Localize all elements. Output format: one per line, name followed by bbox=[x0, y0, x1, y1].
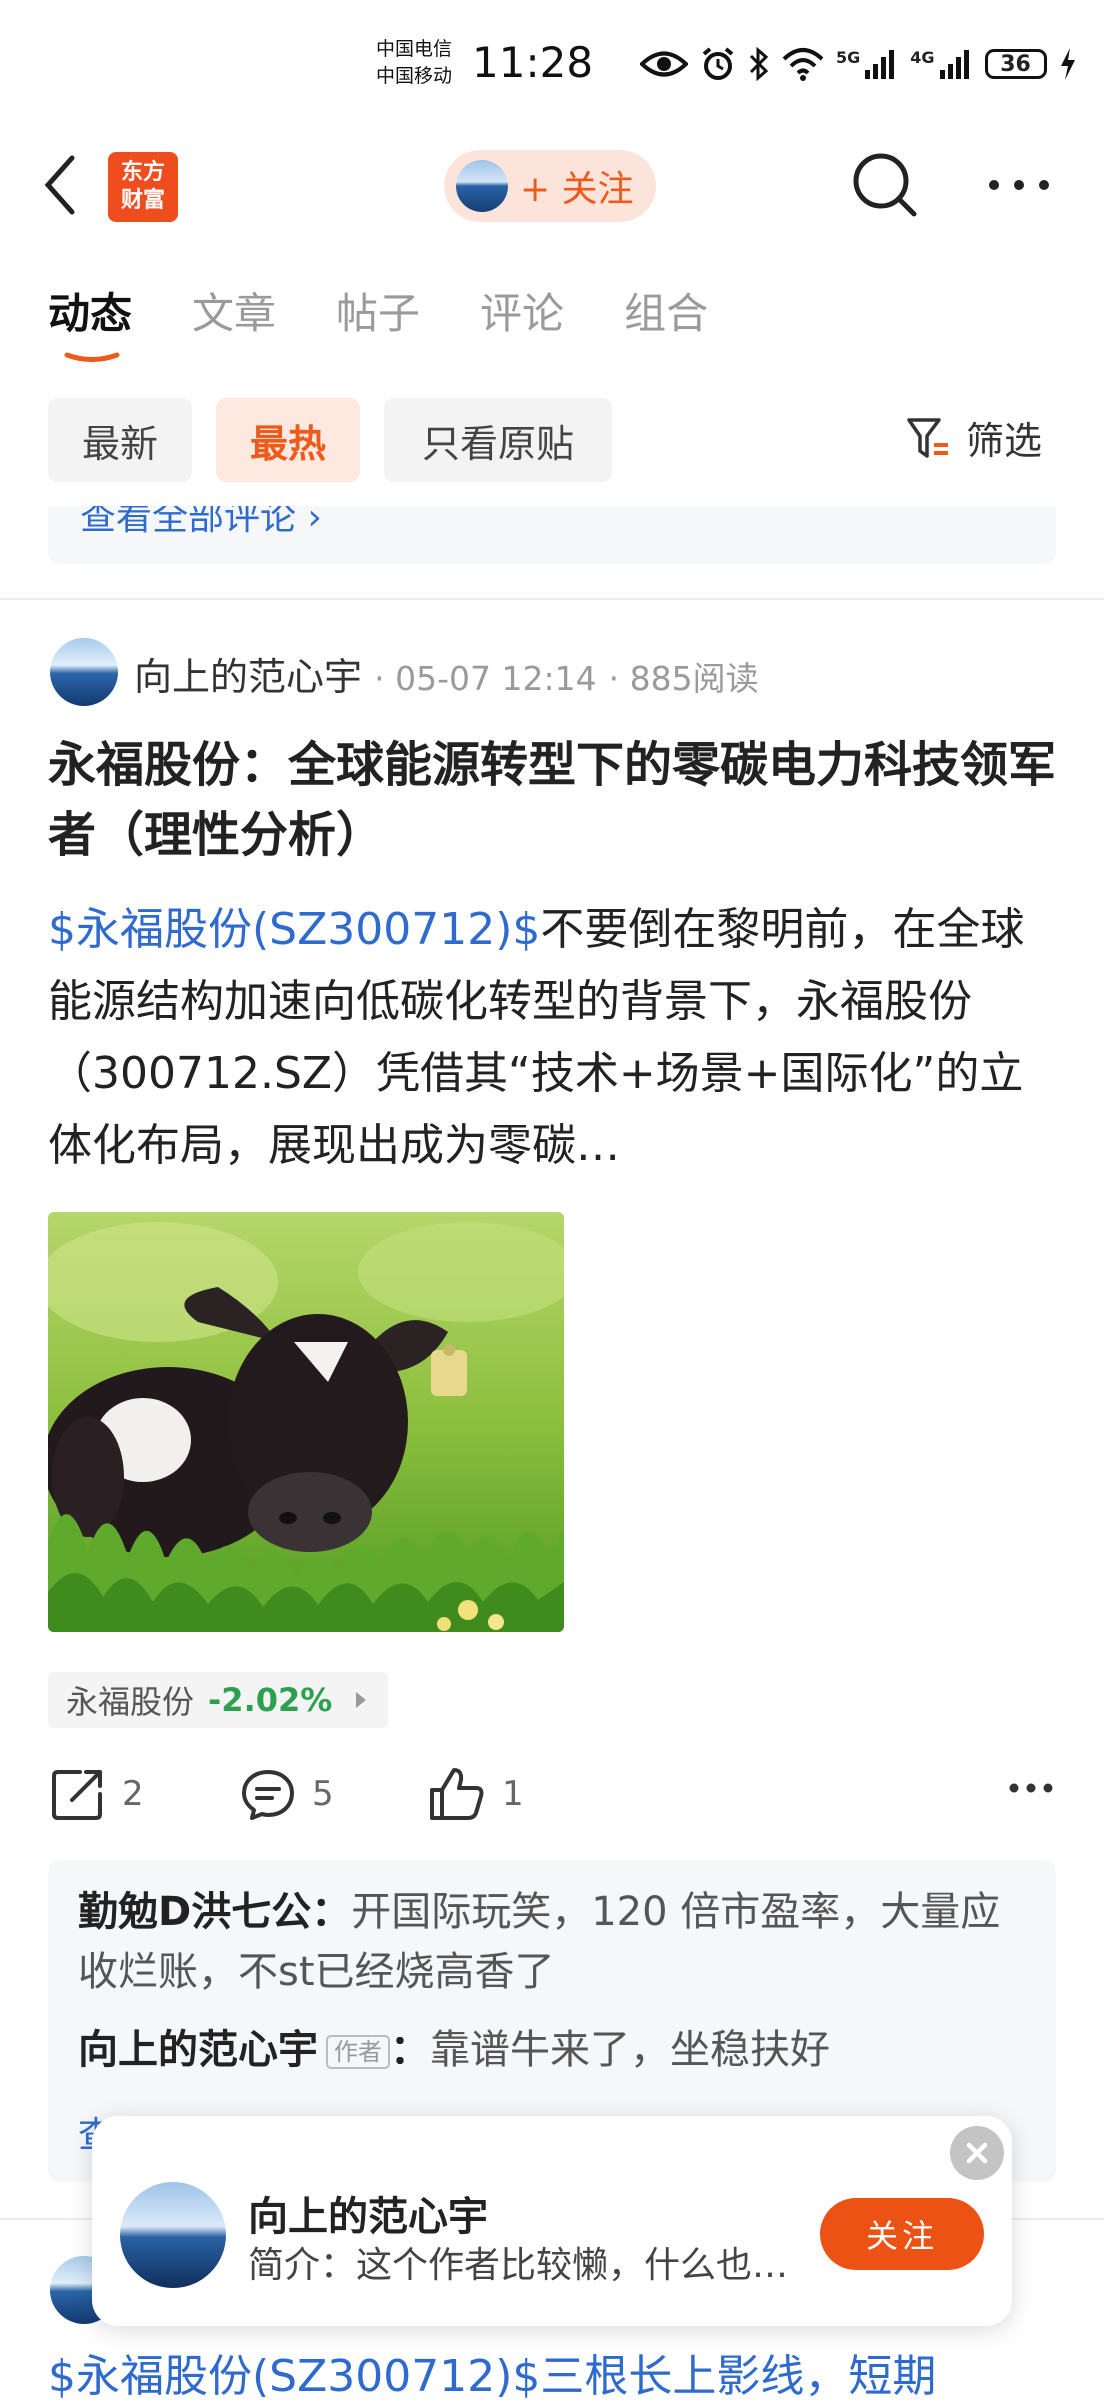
comment-count: 5 bbox=[312, 1774, 334, 1814]
author-avatar[interactable] bbox=[50, 638, 118, 706]
commenter-name[interactable]: 勤勉D洪七公 bbox=[78, 1889, 311, 1935]
filter-button[interactable]: 筛选 bbox=[906, 410, 1042, 465]
filter-chip-hot[interactable]: 最热 bbox=[216, 398, 360, 482]
thumbs-up-icon bbox=[430, 1768, 484, 1820]
signal-icon bbox=[865, 50, 895, 79]
tab-posts[interactable]: 帖子 bbox=[336, 280, 420, 341]
popup-follow-button[interactable]: 关注 bbox=[820, 2198, 984, 2270]
tab-comments[interactable]: 评论 bbox=[480, 280, 564, 341]
filter-chip-original-only[interactable]: 只看原贴 bbox=[384, 398, 612, 482]
more-horizontal-icon bbox=[1009, 1783, 1053, 1793]
wifi-icon bbox=[782, 48, 824, 81]
carrier-1: 中国电信 bbox=[376, 38, 453, 60]
post-author-line: 向上的范心宇 · 05-07 12:14 · 885阅读 bbox=[134, 646, 759, 701]
carrier-2: 中国移动 bbox=[376, 65, 453, 87]
comment-separator: ： bbox=[390, 2027, 430, 2073]
more-horizontal-icon bbox=[989, 180, 1049, 190]
bluetooth-icon bbox=[749, 46, 769, 82]
post-body[interactable]: $永福股份(SZ300712)$不要倒在黎明前，在全球能源结构加速向低碳化转型的… bbox=[48, 894, 1058, 1182]
signal-icon bbox=[939, 50, 969, 79]
comment-separator: ： bbox=[311, 1889, 352, 1935]
popup-close-button[interactable] bbox=[950, 2126, 1004, 2180]
stock-tag-change: -2.02% bbox=[208, 1681, 333, 1719]
meta-separator: · bbox=[374, 659, 396, 698]
share-count: 2 bbox=[122, 1774, 144, 1814]
tab-active-indicator bbox=[64, 352, 120, 362]
next-post-preview[interactable]: $永福股份(SZ300712)$三根长上影线，短期 bbox=[48, 2340, 936, 2404]
status-icons: 5G 4G 36 bbox=[640, 44, 1077, 84]
avatar bbox=[456, 160, 508, 212]
post-image[interactable] bbox=[48, 1212, 564, 1632]
filter-label: 筛选 bbox=[966, 419, 1043, 463]
popup-author-avatar[interactable] bbox=[120, 2182, 226, 2288]
share-button[interactable]: 2 bbox=[50, 1766, 144, 1822]
search-button[interactable] bbox=[850, 150, 920, 220]
charging-icon bbox=[1060, 48, 1075, 80]
comment-bubble-icon bbox=[242, 1770, 294, 1820]
divider bbox=[0, 598, 1104, 600]
carrier-labels: 中国电信 中国移动 bbox=[376, 36, 452, 90]
logo-line-2: 财富 bbox=[120, 188, 165, 213]
author-follow-popup: 向上的范心宇 简介：这个作者比较懒，什么也… 关注 bbox=[92, 2116, 1012, 2326]
comment-text: 靠谱牛来了，坐稳扶好 bbox=[430, 2027, 830, 2073]
calf-in-grass-image bbox=[48, 1212, 564, 1632]
filter-icon bbox=[907, 417, 948, 458]
logo-line-1: 东方 bbox=[120, 160, 165, 185]
post-actions: 2 5 1 bbox=[50, 1766, 1054, 1826]
author-badge: 作者 bbox=[326, 2035, 390, 2069]
previous-comments-box: 查看全部评论 › bbox=[48, 506, 1056, 564]
more-button[interactable] bbox=[984, 165, 1054, 205]
commenter-name[interactable]: 向上的范心宇 bbox=[78, 2027, 318, 2073]
like-count: 1 bbox=[502, 1774, 524, 1814]
stock-link[interactable]: $永福股份(SZ300712)$ bbox=[48, 904, 540, 955]
header-follow-button[interactable]: + 关注 bbox=[444, 150, 656, 222]
stock-tag-name: 永福股份 bbox=[66, 1683, 195, 1721]
author-name[interactable]: 向上的范心宇 bbox=[134, 655, 362, 699]
tab-dynamics[interactable]: 动态 bbox=[48, 280, 132, 341]
popup-author-bio: 简介：这个作者比较懒，什么也… bbox=[248, 2245, 789, 2286]
meta-separator: · bbox=[608, 659, 630, 698]
post-more-button[interactable] bbox=[1008, 1780, 1054, 1799]
popup-author-name[interactable]: 向上的范心宇 bbox=[248, 2184, 488, 2242]
chevron-left-icon bbox=[44, 155, 75, 215]
close-icon bbox=[966, 2142, 988, 2164]
clock: 11:28 bbox=[472, 38, 594, 87]
profile-tabs: 动态 文章 帖子 评论 组合 bbox=[48, 280, 708, 341]
post-read-count: 885阅读 bbox=[629, 659, 759, 698]
network-4g-label: 4G bbox=[910, 47, 935, 67]
search-icon bbox=[853, 153, 917, 217]
back-button[interactable] bbox=[40, 150, 90, 220]
play-triangle-icon bbox=[356, 1692, 367, 1708]
alarm-icon bbox=[702, 47, 734, 80]
app-logo[interactable]: 东方 财富 bbox=[108, 152, 178, 222]
network-5g-label: 5G bbox=[836, 47, 861, 67]
filter-chip-latest[interactable]: 最新 bbox=[48, 398, 192, 482]
comment-item[interactable]: 勤勉D洪七公：开国际玩笑，120 倍市盈率，大量应收烂账，不st已经烧高香了 bbox=[78, 1882, 1038, 2002]
comment-item[interactable]: 向上的范心宇 作者 ：靠谱牛来了，坐稳扶好 bbox=[78, 2020, 1038, 2080]
stock-tag[interactable]: 永福股份 -2.02% bbox=[48, 1672, 389, 1728]
tab-articles[interactable]: 文章 bbox=[192, 280, 276, 341]
post-title[interactable]: 永福股份：全球能源转型下的零碳电力科技领军者（理性分析） bbox=[48, 730, 1058, 870]
follow-label: + 关注 bbox=[520, 169, 634, 210]
like-button[interactable]: 1 bbox=[428, 1766, 524, 1822]
status-bar: 中国电信 中国移动 11:28 5G 4G 36 bbox=[0, 0, 1104, 130]
view-all-comments-link[interactable]: 查看全部评论 › bbox=[80, 506, 322, 540]
battery-indicator: 36 bbox=[984, 49, 1047, 79]
post-date: 05-07 12:14 bbox=[395, 659, 597, 698]
eye-icon bbox=[640, 51, 688, 77]
share-icon bbox=[52, 1770, 102, 1820]
tab-portfolios[interactable]: 组合 bbox=[624, 280, 708, 341]
comment-button[interactable]: 5 bbox=[240, 1766, 334, 1822]
